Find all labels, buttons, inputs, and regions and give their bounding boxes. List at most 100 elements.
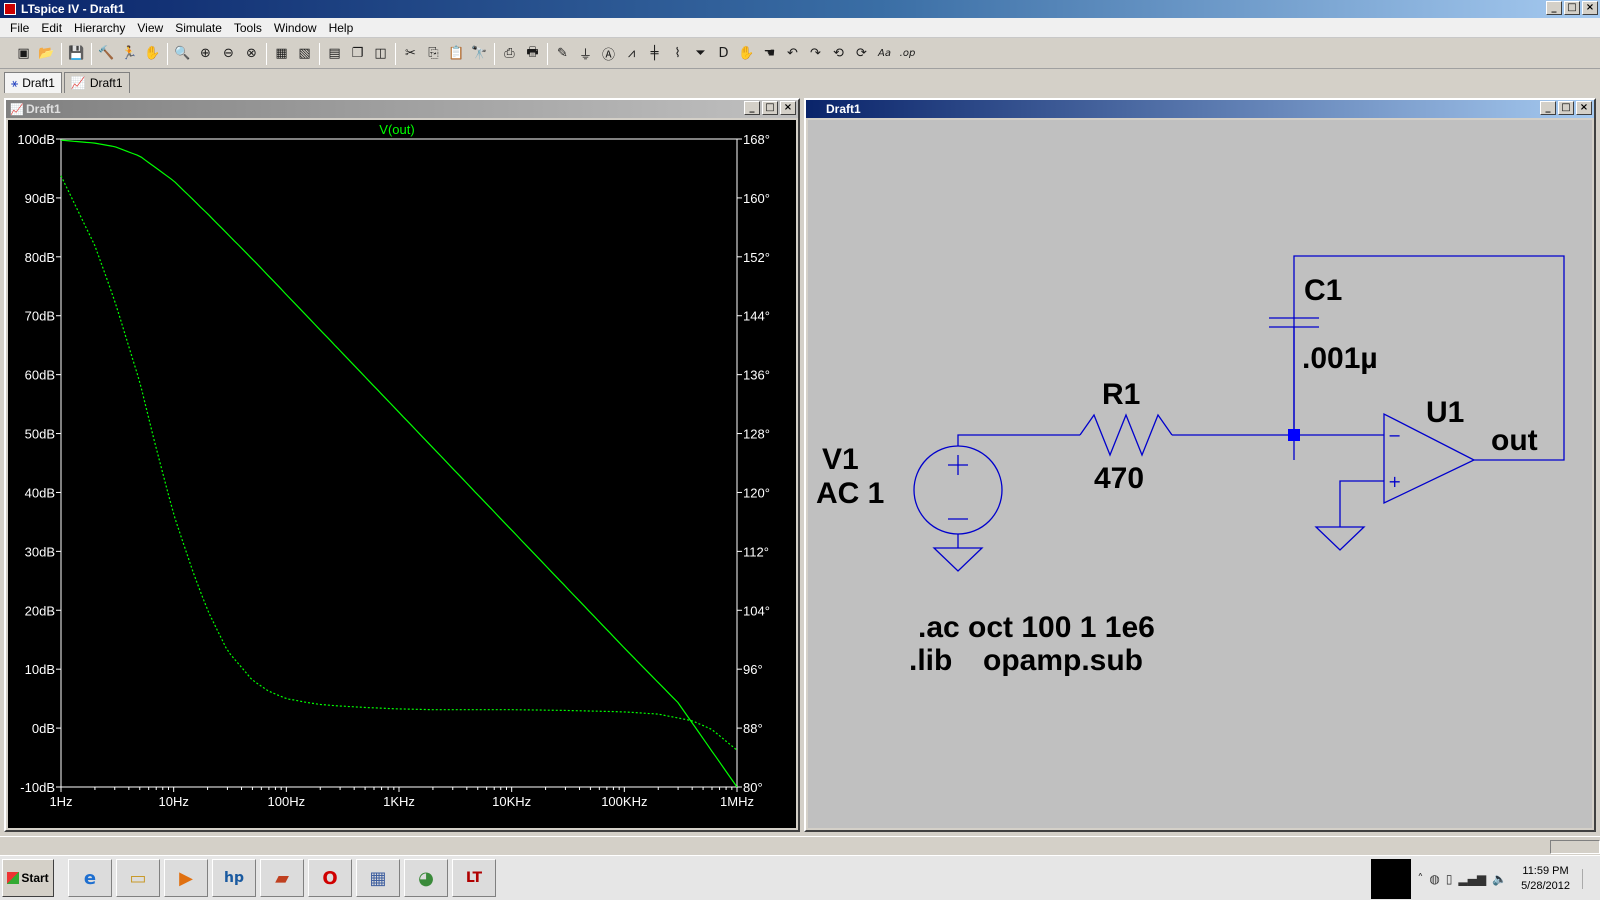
system-tray: ˄ ◍ ▯ ▂▄▆ 🔈 11:59 PM 5/28/2012	[1371, 856, 1600, 900]
maximize-button[interactable]: □	[762, 101, 778, 115]
menu-window[interactable]: Window	[268, 21, 323, 35]
run-icon[interactable]: 🏃	[118, 43, 141, 65]
inductor-icon[interactable]: ⌇	[666, 43, 689, 65]
print-setup-icon[interactable]: ⎙	[498, 43, 521, 65]
spice-directive-icon[interactable]: .op	[896, 43, 919, 65]
delete-traces-icon[interactable]: ▧	[293, 43, 316, 65]
menu-file[interactable]: File	[4, 21, 35, 35]
minimize-button[interactable]: _	[744, 101, 760, 115]
copy-icon[interactable]: ⎘	[422, 43, 445, 65]
u1-name[interactable]: U1	[1426, 396, 1464, 429]
menu-tools[interactable]: Tools	[228, 21, 268, 35]
find-icon[interactable]: 🔭	[468, 43, 491, 65]
menu-help[interactable]: Help	[323, 21, 360, 35]
ltspice-icon[interactable]: LT	[452, 859, 496, 897]
v1-value[interactable]: AC 1	[816, 477, 884, 510]
zoom-in-icon[interactable]: 🔍	[171, 43, 194, 65]
zoom-pan-icon[interactable]: ⊕	[194, 43, 217, 65]
tab-waveform[interactable]: 📈 Draft1	[63, 72, 130, 93]
rotate-icon[interactable]: ⟲	[827, 43, 850, 65]
c1-value[interactable]: .001µ	[1302, 342, 1378, 375]
menu-edit[interactable]: Edit	[35, 21, 68, 35]
save-icon[interactable]: 💾	[65, 43, 88, 65]
maximize-button[interactable]: □	[1564, 1, 1580, 15]
new-schematic-icon[interactable]: ▣	[12, 43, 35, 65]
trace-label-vout[interactable]: V(out)	[379, 122, 414, 137]
menu-hierarchy[interactable]: Hierarchy	[68, 21, 131, 35]
halt-icon[interactable]: ✋	[141, 43, 164, 65]
status-bar	[0, 836, 1600, 854]
autorange-icon[interactable]: ▦	[270, 43, 293, 65]
label-net-icon[interactable]: Ⓐ	[597, 43, 620, 65]
tile-vertical-icon[interactable]: ◫	[369, 43, 392, 65]
mirror-icon[interactable]: ⟳	[850, 43, 873, 65]
redo-icon[interactable]: ↷	[804, 43, 827, 65]
media-player-icon[interactable]: ▶	[164, 859, 208, 897]
zoom-fit-icon[interactable]: ⊗	[240, 43, 263, 65]
calculator-icon[interactable]: ▦	[356, 859, 400, 897]
menu-view[interactable]: View	[131, 21, 169, 35]
v1-name[interactable]: V1	[822, 443, 859, 476]
undo-icon[interactable]: ↶	[781, 43, 804, 65]
maximize-button[interactable]: □	[1558, 101, 1574, 115]
schematic-window-titlebar[interactable]: Draft1 _ □ ×	[806, 100, 1594, 118]
drag-icon[interactable]: ☚	[758, 43, 781, 65]
resistor-r1-body[interactable]	[1079, 413, 1173, 457]
phase-trace[interactable]	[60, 175, 738, 751]
spice-directive-lib-file[interactable]: opamp.sub	[983, 644, 1143, 677]
resistor-icon[interactable]: ⩘	[620, 43, 643, 65]
close-button[interactable]: ×	[1576, 101, 1592, 115]
paste-icon[interactable]: 📋	[445, 43, 468, 65]
junction-node[interactable]	[1288, 429, 1300, 441]
capacitor-icon[interactable]: ╪	[643, 43, 666, 65]
opera-icon[interactable]: O	[308, 859, 352, 897]
waveform-window-titlebar[interactable]: 📈 Draft1 _ □ ×	[6, 100, 798, 118]
app-icon[interactable]: ▰	[260, 859, 304, 897]
cut-icon[interactable]: ✂	[399, 43, 422, 65]
show-hidden-icon[interactable]: ˄	[1417, 872, 1423, 886]
text-icon[interactable]: Aa	[873, 43, 896, 65]
component-icon[interactable]: D	[712, 43, 735, 65]
wire-v1-to-r1[interactable]	[957, 434, 1080, 446]
r1-value[interactable]: 470	[1094, 462, 1144, 495]
control-panel-icon[interactable]: 🔨	[95, 43, 118, 65]
ground-icon[interactable]: ⏚	[574, 43, 597, 65]
wire-icon[interactable]: ✎	[551, 43, 574, 65]
explorer-folder-icon[interactable]: ▭	[116, 859, 160, 897]
minimize-button[interactable]: _	[1540, 101, 1556, 115]
internet-explorer-icon[interactable]: e	[68, 859, 112, 897]
r1-name[interactable]: R1	[1102, 378, 1140, 411]
diode-icon[interactable]: ⏷	[689, 43, 712, 65]
waveform-window[interactable]: 📈 Draft1 _ □ × 1Hz 10Hz 100Hz 1KHz 10KHz 100K…	[4, 98, 800, 832]
close-button[interactable]: ×	[1582, 1, 1598, 15]
cascade-icon[interactable]: ❐	[346, 43, 369, 65]
clock[interactable]: 11:59 PM 5/28/2012	[1521, 864, 1570, 894]
open-icon[interactable]: 📂	[35, 43, 58, 65]
start-button[interactable]: Start	[2, 859, 54, 897]
zoom-out-icon[interactable]: ⊖	[217, 43, 240, 65]
out-net-label[interactable]: out	[1491, 424, 1538, 457]
schematic-canvas[interactable]: C1 .001µ R1 470 U1 out V1 AC 1 .ac oct 1…	[808, 120, 1592, 828]
signal-icon[interactable]: ▂▄▆	[1458, 872, 1486, 886]
paint-icon[interactable]: ◕	[404, 859, 448, 897]
schematic-window[interactable]: Draft1 _ □ × C1 .001µ R1 470 U1 out V1 A…	[804, 98, 1596, 832]
bode-plot[interactable]: 1Hz 10Hz 100Hz 1KHz 10KHz 100KHz 1MHz 100dB 90dB…	[8, 120, 796, 828]
network-globe-icon[interactable]: ◍	[1429, 872, 1439, 886]
y-left-tick-label: -10dB	[20, 780, 55, 795]
wire-noninv-ground[interactable]	[1339, 480, 1384, 527]
c1-name[interactable]: C1	[1304, 274, 1342, 307]
menu-simulate[interactable]: Simulate	[169, 21, 228, 35]
show-desktop-button[interactable]	[1582, 868, 1596, 889]
spice-directive-lib-keyword[interactable]: .lib	[909, 644, 952, 677]
print-icon[interactable]: 🖶	[521, 43, 544, 65]
close-button[interactable]: ×	[780, 101, 796, 115]
tab-schematic[interactable]: ⚹ Draft1	[4, 72, 62, 93]
hp-icon[interactable]: hp	[212, 859, 256, 897]
spice-directive-ac[interactable]: .ac oct 100 1 1e6	[918, 611, 1155, 644]
move-icon[interactable]: ✋	[735, 43, 758, 65]
tile-horizontal-icon[interactable]: ▤	[323, 43, 346, 65]
minimize-button[interactable]: _	[1546, 1, 1562, 15]
volume-icon[interactable]: 🔈	[1492, 872, 1507, 886]
magnitude-trace[interactable]	[60, 139, 738, 788]
device-icon[interactable]: ▯	[1446, 872, 1453, 886]
